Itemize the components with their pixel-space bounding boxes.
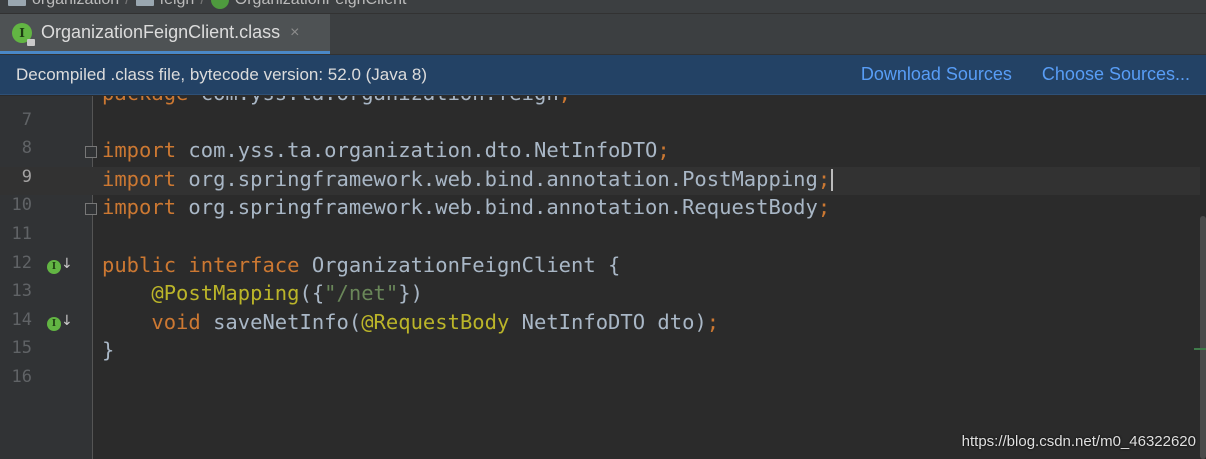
code-token: @PostMapping [151, 281, 300, 306]
breadcrumb-item-class[interactable]: OrganizationFeignClient [235, 0, 407, 9]
tab-organization-feign-client[interactable]: I OrganizationFeignClient.class × [0, 14, 330, 54]
code-line[interactable]: 16 [0, 367, 1200, 396]
code-line[interactable]: 15} [0, 338, 1200, 367]
interface-icon [210, 0, 229, 9]
line-number: 16 [11, 367, 32, 387]
breadcrumb-separator: / [125, 0, 129, 9]
text-caret [831, 168, 834, 191]
tab-label: OrganizationFeignClient.class [41, 22, 281, 42]
lock-icon [27, 38, 35, 46]
line-number: 7 [21, 109, 32, 130]
close-icon[interactable]: × [290, 24, 299, 42]
code-line[interactable]: 10 import org.springframework.web.bind.an… [0, 195, 1200, 224]
code-line[interactable]: 13 @PostMapping({"/net"}) [0, 281, 1200, 310]
fold-icon[interactable] [85, 203, 97, 216]
code-token: public [102, 252, 177, 277]
code-token: ({ [299, 281, 325, 306]
code-token: package [102, 96, 188, 105]
arrow-down-icon: ↓ [61, 255, 73, 272]
code-token: ; [657, 138, 670, 163]
code-token: void [151, 309, 201, 334]
breadcrumb-separator: / [200, 0, 204, 9]
folder-icon [135, 0, 154, 6]
code-text[interactable]: import com.yss.ta.organization.dto.NetIn… [102, 138, 670, 162]
code-token: import [102, 138, 177, 163]
line-number: 14 [11, 309, 32, 330]
code-line[interactable]: 6 package com.yss.ta.organization.feign; [0, 96, 1200, 110]
code-token: import [102, 166, 177, 191]
implemented-icon[interactable]: I [47, 259, 61, 274]
code-token: interface [188, 252, 300, 277]
code-line[interactable]: 8 import com.yss.ta.organization.dto.NetI… [0, 138, 1200, 167]
breadcrumb-item-organization[interactable]: organization [32, 0, 119, 9]
folder-icon [8, 0, 26, 6]
code-line[interactable]: 12 public interface OrganizationFeignClie… [0, 253, 1200, 282]
code-token: "/net" [324, 281, 399, 306]
line-number: 13 [11, 281, 32, 302]
code-token: ; [817, 166, 831, 191]
code-text[interactable]: import org.springframework.web.bind.anno… [102, 166, 834, 191]
line-number: 8 [21, 138, 32, 159]
decompiled-notification-banner: Decompiled .class file, bytecode version… [0, 55, 1206, 95]
interface-icon: I [12, 22, 35, 46]
code-token: OrganizationFeignClient { [299, 252, 621, 277]
line-number: 6 [0, 96, 32, 101]
code-token: @RequestBody [361, 309, 510, 334]
code-editor[interactable]: 6 package com.yss.ta.organization.feign; 7… [0, 96, 1206, 459]
code-text[interactable]: package com.yss.ta.organization.feign; [102, 96, 571, 105]
code-line[interactable]: 14 void saveNetInfo(@RequestBody NetInfo… [0, 310, 1200, 339]
code-token: com.yss.ta.organization.feign [188, 96, 559, 105]
line-number: 9 [21, 166, 32, 187]
line-number: 12 [11, 252, 32, 273]
code-text[interactable]: @PostMapping({"/net"}) [102, 281, 423, 305]
code-token: } [102, 338, 115, 363]
code-line[interactable]: 11 [0, 224, 1200, 253]
watermark: https://blog.csdn.net/m0_46322620 [961, 433, 1196, 450]
fold-icon[interactable] [85, 146, 97, 159]
editor-tab-bar: I OrganizationFeignClient.class × [0, 14, 1206, 55]
line-number: 10 [11, 195, 32, 216]
breadcrumb-item-feign[interactable]: feign [160, 0, 195, 9]
code-line[interactable]: 7 [0, 110, 1200, 139]
code-token: ; [559, 96, 571, 105]
code-line[interactable]: 9 import org.springframework.web.bind.ann… [0, 166, 1200, 196]
implemented-icon[interactable]: I [47, 316, 61, 331]
code-text[interactable]: void saveNetInfo(@RequestBody NetInfoDTO… [102, 310, 719, 334]
code-token: NetInfoDTO dto) [509, 309, 707, 334]
breadcrumb: organization / feign / OrganizationFeign… [0, 0, 1206, 14]
code-text[interactable]: public interface OrganizationFeignClient… [102, 253, 620, 277]
code-text[interactable]: } [102, 338, 114, 362]
line-number: 15 [11, 338, 32, 359]
code-token: import [102, 195, 177, 220]
change-marker [1194, 348, 1206, 350]
code-token: ; [706, 309, 720, 334]
line-number: 11 [11, 224, 32, 244]
code-token: }) [398, 281, 423, 306]
code-token: com.yss.ta.organization.dto.NetInfoDTO [176, 138, 658, 163]
code-token: org.springframework.web.bind.annotation.… [176, 166, 818, 191]
banner-text: Decompiled .class file, bytecode version… [16, 64, 428, 84]
arrow-down-icon: ↓ [61, 312, 73, 329]
download-sources-link[interactable]: Download Sources [861, 64, 1012, 85]
vertical-scrollbar[interactable] [1200, 216, 1206, 459]
code-text[interactable]: import org.springframework.web.bind.anno… [102, 195, 830, 219]
choose-sources-link[interactable]: Choose Sources... [1042, 64, 1190, 85]
code-token: ; [817, 195, 831, 220]
code-token: org.springframework.web.bind.annotation.… [176, 195, 818, 220]
code-token: saveNetInfo( [200, 309, 362, 334]
